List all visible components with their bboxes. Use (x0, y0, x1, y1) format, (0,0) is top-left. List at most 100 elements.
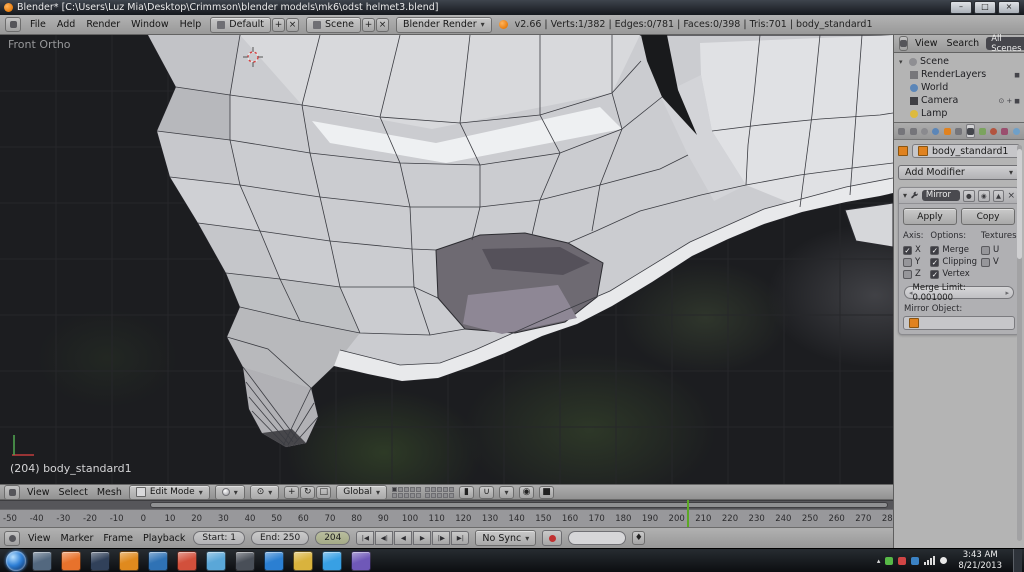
render-layers-tab[interactable] (908, 124, 917, 138)
options-vertex-checkbox[interactable]: ✓ (930, 270, 939, 279)
taskbar-app-2[interactable] (61, 551, 81, 571)
modifiers-tab[interactable] (966, 124, 976, 138)
layer-toggle[interactable] (398, 493, 403, 498)
timeline-marker-menu[interactable]: Marker (59, 533, 96, 544)
apply-button[interactable]: Apply (903, 208, 957, 225)
keying-set-field[interactable] (568, 531, 626, 545)
axis-y-checkbox[interactable] (903, 258, 912, 267)
pivot-dropdown[interactable]: ⊙ ▾ (250, 485, 280, 500)
manipulator-scale-button[interactable]: □ (316, 486, 331, 499)
viewport-editor-icon[interactable] (4, 485, 20, 500)
outliner-row-renderlayers[interactable]: RenderLayers◼ (894, 68, 1024, 81)
layer-toggle[interactable] (431, 493, 436, 498)
manipulator-translate-button[interactable]: + (284, 486, 299, 499)
menu-add[interactable]: Add (55, 19, 77, 30)
layer-toggle[interactable] (410, 493, 415, 498)
current-frame-indicator[interactable] (687, 500, 689, 527)
layer-toggle[interactable] (392, 493, 397, 498)
layer-toggle[interactable] (443, 493, 448, 498)
layer-toggle[interactable] (404, 487, 409, 492)
taskbar-app-8[interactable] (235, 551, 255, 571)
outliner-filter-dropdown[interactable]: All Scenes ▾ (986, 37, 1024, 50)
viewport-canvas[interactable]: Front Ortho (204) body_standard1 (0, 35, 893, 484)
timeline-scrollbar[interactable] (0, 500, 893, 509)
minimize-button[interactable]: – (950, 1, 972, 14)
frame-start-field[interactable]: Start: 1 (193, 531, 245, 545)
timeline-frame-menu[interactable]: Frame (101, 533, 135, 544)
snap-magnet-button[interactable]: ∪ (479, 486, 494, 499)
orientation-dropdown[interactable]: Global ▾ (336, 485, 387, 500)
render-tab[interactable] (897, 124, 906, 138)
play-reverse-button[interactable]: ◀ (394, 531, 412, 545)
screen-layout-dropdown[interactable]: Default (210, 17, 271, 33)
taskbar-app-4[interactable] (119, 551, 139, 571)
add-layout-button[interactable]: + (272, 18, 285, 32)
layer-toggle[interactable] (449, 493, 454, 498)
record-button[interactable] (542, 530, 562, 546)
properties-scrollbar[interactable] (1017, 145, 1022, 541)
tray-icon-blue[interactable] (911, 557, 919, 565)
lock-button[interactable]: ▮ (459, 486, 474, 499)
outliner-row-camera[interactable]: Camera⊙+◼ (894, 94, 1024, 107)
camera-icon[interactable]: ◼ (1014, 97, 1020, 105)
scene-dropdown[interactable]: Scene (306, 17, 361, 33)
show-desktop-button[interactable] (1013, 549, 1022, 572)
camera-icon[interactable]: ◼ (1014, 71, 1020, 79)
constraints-tab[interactable] (954, 124, 963, 138)
next-keyframe-button[interactable]: |▶ (432, 531, 450, 545)
world-tab[interactable] (931, 124, 940, 138)
volume-icon[interactable] (940, 557, 947, 564)
frame-end-field[interactable]: End: 250 (251, 531, 309, 545)
axis-z-checkbox[interactable] (903, 270, 912, 279)
copy-button[interactable]: Copy (961, 208, 1015, 225)
timeline-editor-icon[interactable] (4, 531, 20, 546)
layers-widget[interactable] (392, 487, 454, 498)
timeline-view-menu[interactable]: View (26, 533, 53, 544)
expand-icon[interactable]: ▾ (899, 58, 906, 66)
timeline-playback-menu[interactable]: Playback (141, 533, 187, 544)
taskbar-app-7[interactable] (206, 551, 226, 571)
timeline-scroll-handle[interactable] (150, 502, 888, 508)
menu-help[interactable]: Help (178, 19, 204, 30)
taskbar-app-5[interactable] (148, 551, 168, 571)
delete-layout-button[interactable]: × (286, 18, 299, 32)
layer-toggle[interactable] (425, 493, 430, 498)
opengl-render-anim-button[interactable]: ■ (539, 486, 554, 499)
taskbar-app-6[interactable] (177, 551, 197, 571)
merge-limit-field[interactable]: ◂ Merge Limit: 0.001000 ▸ (904, 286, 1014, 299)
delete-modifier-button[interactable]: × (1007, 191, 1015, 201)
tray-icon-red[interactable] (898, 557, 906, 565)
outliner-view-menu[interactable]: View (913, 38, 940, 49)
expand-icon[interactable]: ▾ (903, 191, 907, 200)
material-tab[interactable] (989, 124, 998, 138)
taskbar-app-12[interactable] (351, 551, 371, 571)
menu-file[interactable]: File (28, 19, 48, 30)
scene-tab[interactable] (920, 124, 929, 138)
textures-u-checkbox[interactable] (981, 246, 990, 255)
taskbar-app-9[interactable] (264, 551, 284, 571)
add-scene-button[interactable]: + (362, 18, 375, 32)
insert-keyframe-button[interactable]: ♦ (632, 531, 645, 545)
layer-toggle[interactable] (437, 493, 442, 498)
layer-toggle[interactable] (443, 487, 448, 492)
textures-v-checkbox[interactable] (981, 258, 990, 267)
eye-icon[interactable]: ⊙ (998, 97, 1004, 105)
viewport-select-menu[interactable]: Select (57, 487, 90, 498)
modifier-name-field[interactable]: Mirror (922, 190, 960, 201)
editmode-toggle-icon[interactable]: ▲ (993, 190, 1005, 202)
taskbar-app-10[interactable] (293, 551, 313, 571)
layer-toggle[interactable] (437, 487, 442, 492)
layer-toggle[interactable] (416, 493, 421, 498)
layer-toggle[interactable] (425, 487, 430, 492)
menu-window[interactable]: Window (129, 19, 170, 30)
snap-element-dropdown[interactable]: ▾ (499, 486, 514, 499)
increment-arrow-icon[interactable]: ▸ (1005, 289, 1009, 297)
options-clipping-checkbox[interactable]: ✓ (930, 258, 939, 267)
delete-scene-button[interactable]: × (376, 18, 389, 32)
physics-tab[interactable] (1012, 124, 1021, 138)
maximize-button[interactable]: □ (974, 1, 996, 14)
options-merge-checkbox[interactable]: ✓ (930, 246, 939, 255)
layer-toggle[interactable] (398, 487, 403, 492)
viewport-visibility-toggle-icon[interactable]: ◉ (978, 190, 990, 202)
viewport-mesh-menu[interactable]: Mesh (95, 487, 124, 498)
